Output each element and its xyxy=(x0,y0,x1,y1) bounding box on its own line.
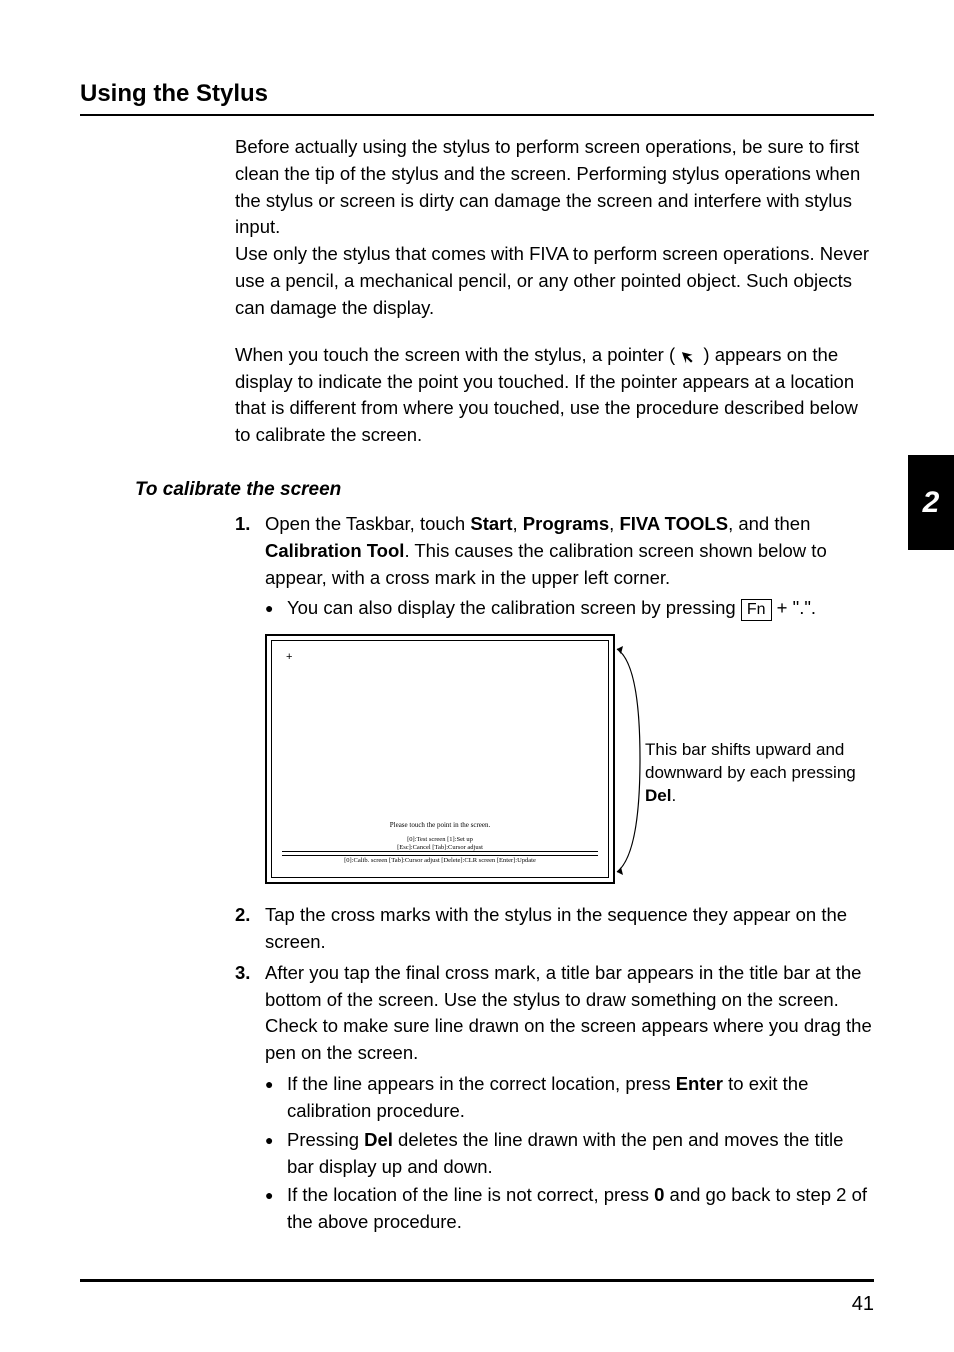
step1-bullet-b: + ".". xyxy=(772,597,817,618)
pointer-cursor-icon xyxy=(680,347,698,365)
calibration-prompt: Please touch the point in the screen. xyxy=(272,821,608,829)
callout-text: This bar shifts upward and downward by e… xyxy=(645,739,865,884)
callout-del: Del xyxy=(645,786,671,805)
step1-bullet: ● You can also display the calibration s… xyxy=(265,595,874,622)
section-title: Using the Stylus xyxy=(80,80,874,116)
calibration-title-bar: [0]:Calib. screen [Tab]:Cursor adjust [D… xyxy=(282,851,598,865)
step1-bold-programs: Programs xyxy=(523,513,609,534)
bullet-icon: ● xyxy=(265,1182,287,1236)
step1-text-e: , and then xyxy=(728,513,810,534)
calibration-bar-text: [0]:Calib. screen [Tab]:Cursor adjust [D… xyxy=(282,855,598,865)
page-number: 41 xyxy=(852,1293,874,1316)
step1-text-d: , xyxy=(609,513,619,534)
step3-bullet-1: ● If the line appears in the correct loc… xyxy=(265,1071,874,1125)
step3-b3-a: If the location of the line is not corre… xyxy=(287,1184,654,1205)
step3-bullet-2: ● Pressing Del deletes the line drawn wi… xyxy=(265,1127,874,1181)
calibration-figure: + Please touch the point in the screen. … xyxy=(265,634,874,884)
step3-bullet-3: ● If the location of the line is not cor… xyxy=(265,1182,874,1236)
step1-bullet-a: You can also display the calibration scr… xyxy=(287,597,741,618)
step1-bold-calib: Calibration Tool xyxy=(265,540,404,561)
step3-b1-a: If the line appears in the correct locat… xyxy=(287,1073,676,1094)
step1-bold-fiva: FIVA TOOLS xyxy=(619,513,728,534)
intro-text-2a: When you touch the screen with the stylu… xyxy=(235,344,680,365)
calib-opts-l2: [Esc]:Cancel [Tab]:Cursor adjust xyxy=(397,844,483,851)
intro-paragraph-2: When you touch the screen with the stylu… xyxy=(235,342,874,449)
subheading-calibrate: To calibrate the screen xyxy=(135,479,874,501)
step-3: 3. After you tap the final cross mark, a… xyxy=(235,960,874,1238)
intro-text-1b: Use only the stylus that comes with FIVA… xyxy=(235,243,869,318)
intro-paragraph-1: Before actually using the stylus to perf… xyxy=(235,134,874,322)
callout-c: . xyxy=(671,786,676,805)
step-1: 1. Open the Taskbar, touch Start, Progra… xyxy=(235,511,874,624)
step-2: 2. Tap the cross marks with the stylus i… xyxy=(235,902,874,956)
calibration-screen: + Please touch the point in the screen. … xyxy=(265,634,615,884)
cross-mark-icon: + xyxy=(286,651,292,663)
fn-key: Fn xyxy=(741,599,772,620)
step2-text: Tap the cross marks with the stylus in t… xyxy=(265,902,874,956)
step3-b2-a: Pressing xyxy=(287,1129,364,1150)
step1-text-c: , xyxy=(513,513,523,534)
step3-text: After you tap the final cross mark, a ti… xyxy=(265,962,872,1063)
bullet-icon: ● xyxy=(265,1071,287,1125)
step3-b3-zero: 0 xyxy=(654,1184,664,1205)
step1-bold-start: Start xyxy=(470,513,512,534)
step3-b1-enter: Enter xyxy=(676,1073,723,1094)
calibration-inner-border: + Please touch the point in the screen. … xyxy=(271,640,609,878)
calibration-options: [0]:Test screen [1]:Set up [Esc]:Cancel … xyxy=(272,836,608,852)
step-2-number: 2. xyxy=(235,902,265,956)
calib-opts-l1: [0]:Test screen [1]:Set up xyxy=(407,836,473,843)
step3-b2-del: Del xyxy=(364,1129,393,1150)
step1-text-a: Open the Taskbar, touch xyxy=(265,513,470,534)
footer-rule xyxy=(80,1279,874,1282)
step-1-number: 1. xyxy=(235,511,265,624)
bullet-icon: ● xyxy=(265,595,287,622)
callout-a: This bar shifts upward and downward by e… xyxy=(645,740,856,782)
bullet-icon: ● xyxy=(265,1127,287,1181)
step-3-number: 3. xyxy=(235,960,265,1238)
callout-arrow xyxy=(615,634,645,884)
chapter-tab: 2 xyxy=(908,455,954,550)
intro-text-1a: Before actually using the stylus to perf… xyxy=(235,136,860,237)
